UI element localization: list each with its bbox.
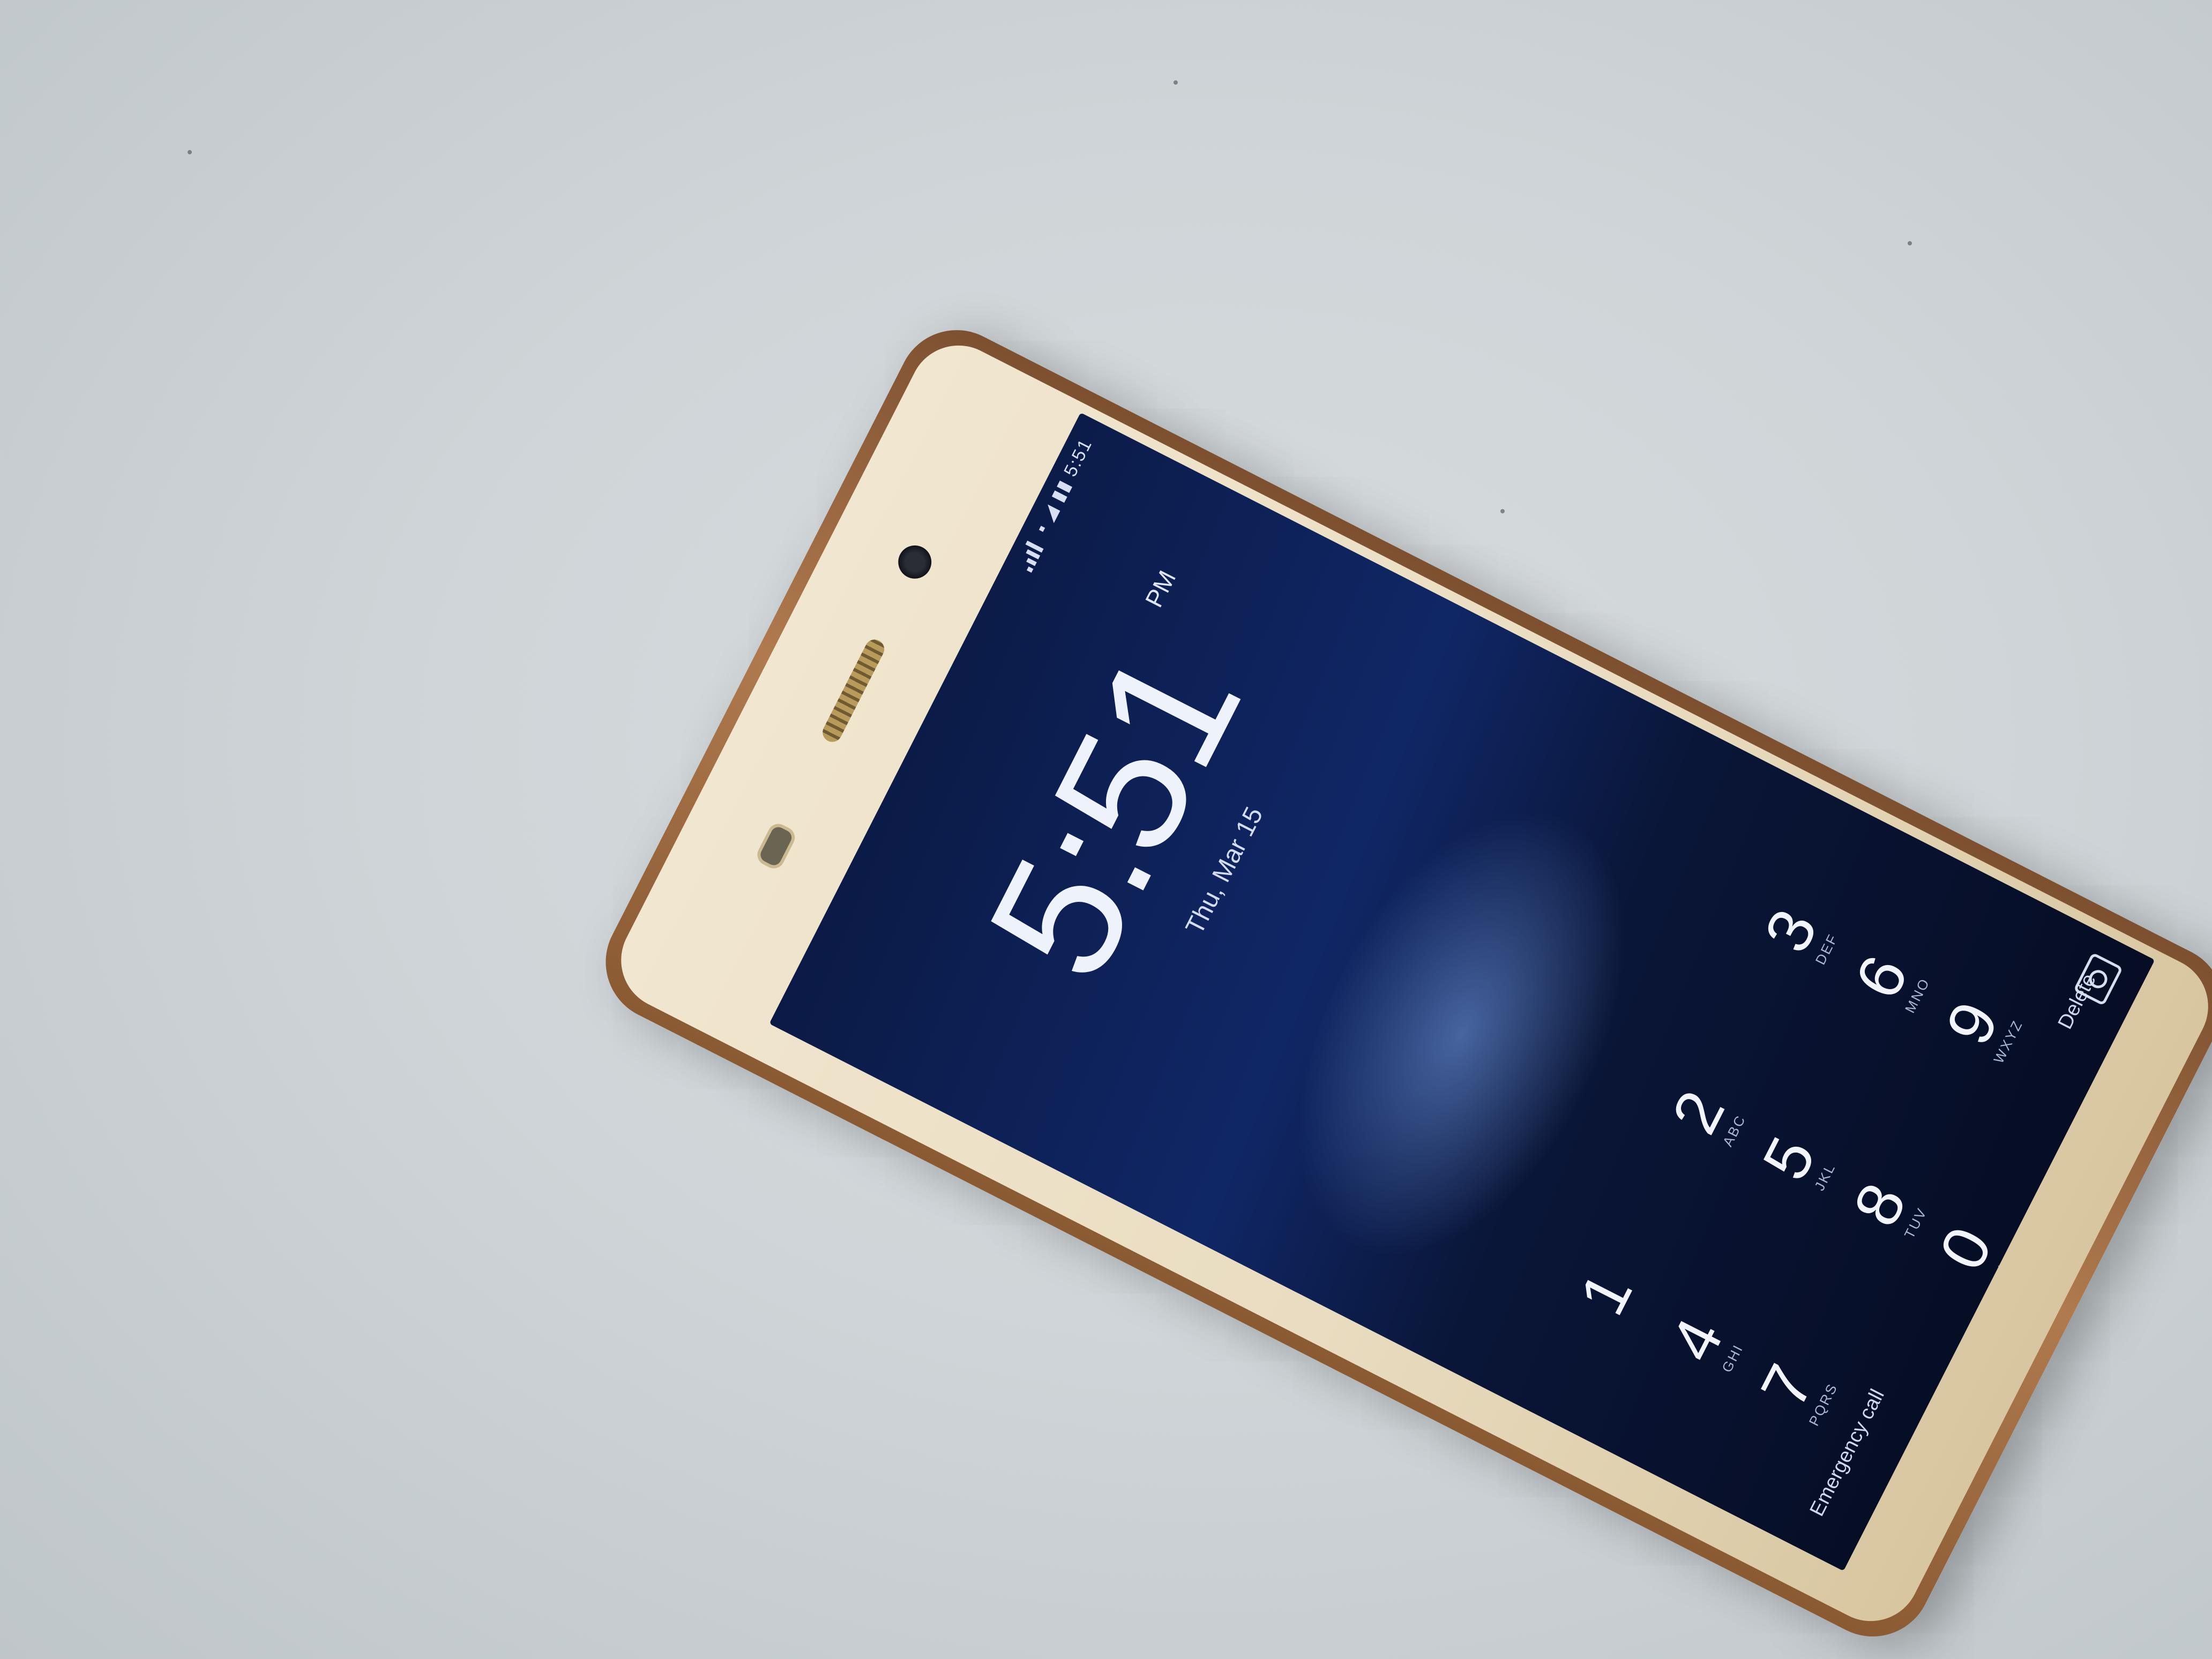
dust-speck <box>188 150 192 154</box>
status-indicators: ▪ ◢ ▮▮ 5:51 <box>1031 435 1096 536</box>
key-digit: 1 <box>1566 1261 1646 1326</box>
dust-speck <box>1500 509 1505 513</box>
dust-speck <box>1908 241 1912 245</box>
photo-scene: ▪ ◢ ▮▮ 5:51 5:51 PM Thu, Mar 15 1 2 ABC <box>0 0 2212 1659</box>
proximity-sensor <box>753 820 799 872</box>
front-camera-lens <box>892 540 937 585</box>
smartphone: ▪ ◢ ▮▮ 5:51 5:51 PM Thu, Mar 15 1 2 ABC <box>585 310 2212 1657</box>
signal-icon <box>1025 540 1044 573</box>
earpiece-speaker <box>819 636 888 745</box>
dust-speck <box>1174 80 1178 85</box>
phone-front-bezel: ▪ ◢ ▮▮ 5:51 5:51 PM Thu, Mar 15 1 2 ABC <box>604 328 2212 1638</box>
